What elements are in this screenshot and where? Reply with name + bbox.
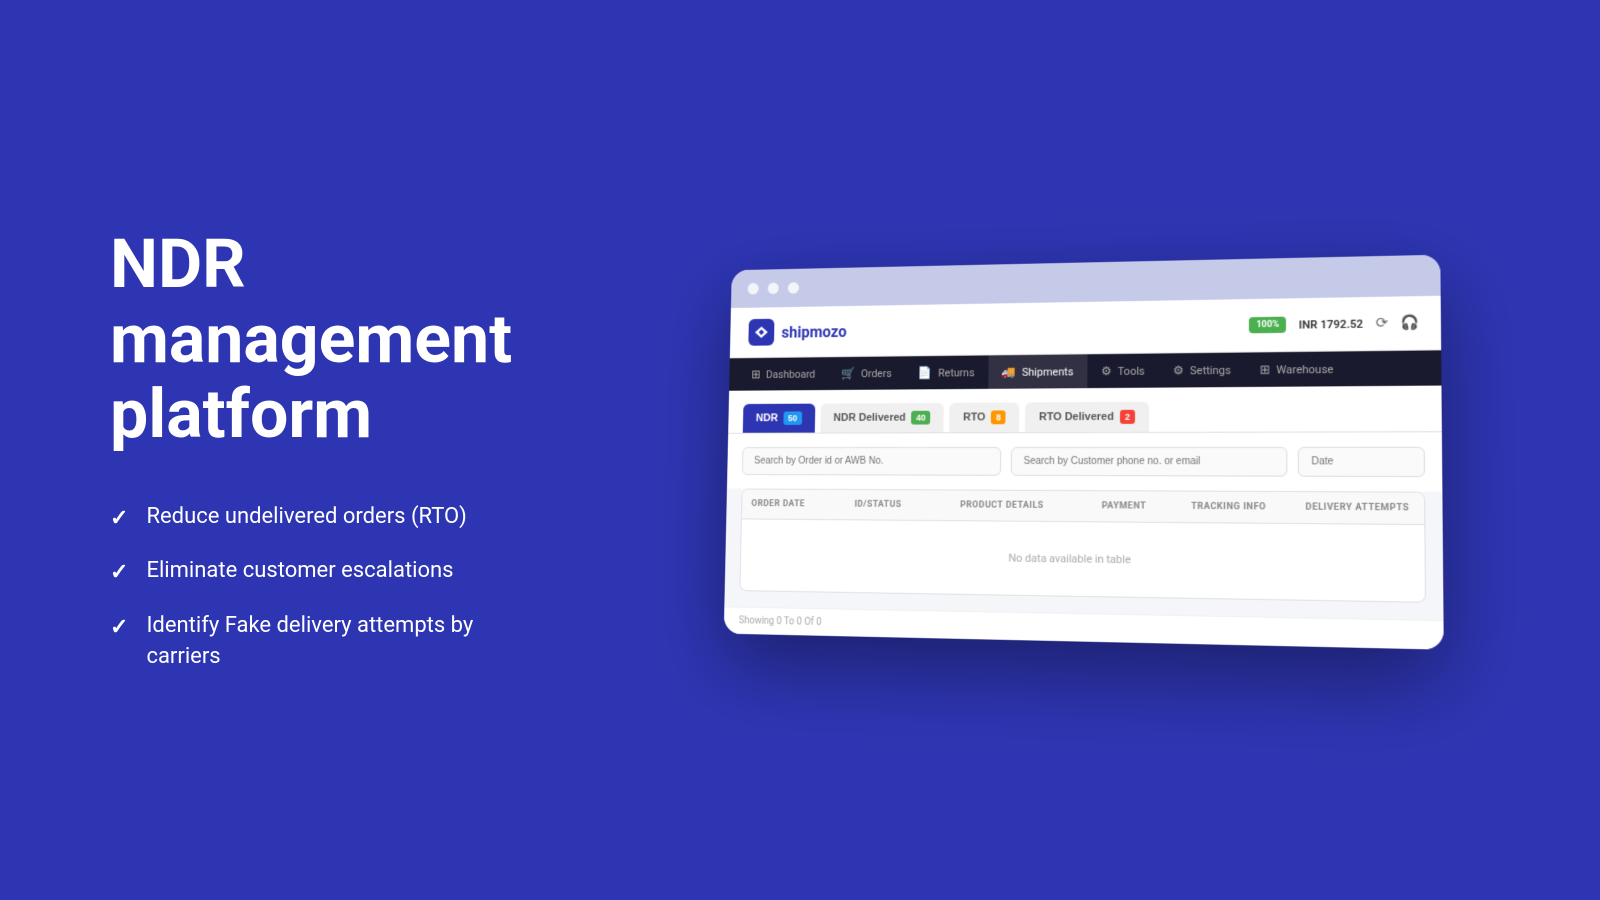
tab-rto-delivered-badge: 2 [1120,409,1135,423]
main-title: NDR management platform [110,227,500,451]
tab-rto-label: RTO [963,411,985,423]
tab-ndr-badge: 50 [783,411,802,425]
browser-window: shipmozo 100% INR 1792.52 ⟳ 🎧 ⊞ Dashboar… [724,254,1444,649]
search-area [727,432,1442,491]
col-tracking-info: TRACKING INFO [1181,491,1295,522]
data-table: ORDER DATE ID/STATUS PRODUCT DETAILS PAY… [739,488,1426,602]
nav-item-returns[interactable]: 📄 Returns [905,355,989,389]
nav-label-returns: Returns [938,365,974,378]
nav-label-settings: Settings [1190,363,1231,376]
headset-icon[interactable]: 🎧 [1401,314,1420,331]
traffic-light-2 [768,282,779,294]
logo-icon [748,318,774,345]
feature-item-1: ✓ Reduce undelivered orders (RTO) [110,502,500,535]
tab-ndr[interactable]: NDR 50 [743,403,815,432]
nav-label-orders: Orders [861,366,892,379]
nav-item-shipments[interactable]: 🚚 Shipments [988,354,1087,389]
browser-content: shipmozo 100% INR 1792.52 ⟳ 🎧 ⊞ Dashboar… [724,295,1444,649]
tab-rto-delivered-label: RTO Delivered [1039,410,1114,422]
orders-icon: 🛒 [841,366,855,380]
warehouse-icon: ⊞ [1260,362,1270,376]
tools-icon: ⚙ [1101,364,1112,378]
nav-label-tools: Tools [1118,364,1145,377]
nav-label-dashboard: Dashboard [766,367,815,380]
check-icon-1: ✓ [110,504,128,535]
tab-rto-badge: 8 [991,410,1006,424]
col-id-status: ID/STATUS [845,489,951,519]
balance-badge: 100% [1249,316,1286,333]
settings-icon: ⚙ [1173,363,1184,377]
feature-text-1: Reduce undelivered orders (RTO) [146,502,466,533]
refresh-icon[interactable]: ⟳ [1376,315,1389,332]
left-panel: NDR management platform ✓ Reduce undeliv… [0,167,560,733]
customer-search-input[interactable] [1011,446,1288,476]
nav-item-tools[interactable]: ⚙ Tools [1087,353,1159,388]
col-product-details: PRODUCT DETAILS [950,490,1091,521]
traffic-light-1 [748,282,759,294]
tab-rto-delivered[interactable]: RTO Delivered 2 [1025,401,1149,431]
returns-icon: 📄 [918,365,932,379]
tab-ndr-delivered[interactable]: NDR Delivered 40 [820,402,944,432]
date-input[interactable] [1298,446,1425,476]
table-footer: Showing 0 To 0 Of 0 [724,606,1444,649]
order-search-input[interactable] [742,447,1001,476]
nav-item-dashboard[interactable]: ⊞ Dashboard [738,357,828,390]
nav-item-settings[interactable]: ⚙ Settings [1159,352,1245,387]
col-payment: PAYMENT [1092,491,1181,522]
shipments-icon: 🚚 [1002,364,1017,378]
right-panel: shipmozo 100% INR 1792.52 ⟳ 🎧 ⊞ Dashboar… [560,221,1600,680]
table-empty-message: No data available in table [740,519,1425,601]
tab-ndr-delivered-label: NDR Delivered [833,411,905,423]
nav-item-orders[interactable]: 🛒 Orders [828,356,905,390]
feature-item-3: ✓ Identify Fake delivery attempts by car… [110,611,500,673]
logo-area: shipmozo [748,317,847,345]
feature-list: ✓ Reduce undelivered orders (RTO) ✓ Elim… [110,502,500,673]
tab-rto[interactable]: RTO 8 [949,402,1019,432]
tab-ndr-label: NDR [756,412,778,424]
col-order-date: ORDER DATE [742,489,845,519]
table-header: ORDER DATE ID/STATUS PRODUCT DETAILS PAY… [742,489,1424,525]
feature-item-2: ✓ Eliminate customer escalations [110,556,500,589]
check-icon-2: ✓ [110,558,128,589]
nav-item-warehouse[interactable]: ⊞ Warehouse [1245,351,1348,387]
dashboard-icon: ⊞ [751,367,760,380]
traffic-light-3 [788,282,799,294]
check-icon-3: ✓ [110,613,128,644]
nav-label-warehouse: Warehouse [1276,362,1333,376]
feature-text-2: Eliminate customer escalations [146,556,453,587]
pagination-info: Showing 0 To 0 Of 0 [739,615,822,627]
header-right: 100% INR 1792.52 ⟳ 🎧 [1249,314,1420,333]
feature-text-3: Identify Fake delivery attempts by carri… [146,611,500,673]
logo-text: shipmozo [781,321,846,340]
nav-label-shipments: Shipments [1022,364,1073,377]
tab-ndr-delivered-badge: 40 [911,410,930,424]
col-delivery-attempts: DELIVERY ATTEMPTS [1295,492,1424,524]
tabs-area: NDR 50 NDR Delivered 40 RTO 8 RTO Delive… [728,385,1442,433]
wallet-info: INR 1792.52 [1299,316,1363,330]
